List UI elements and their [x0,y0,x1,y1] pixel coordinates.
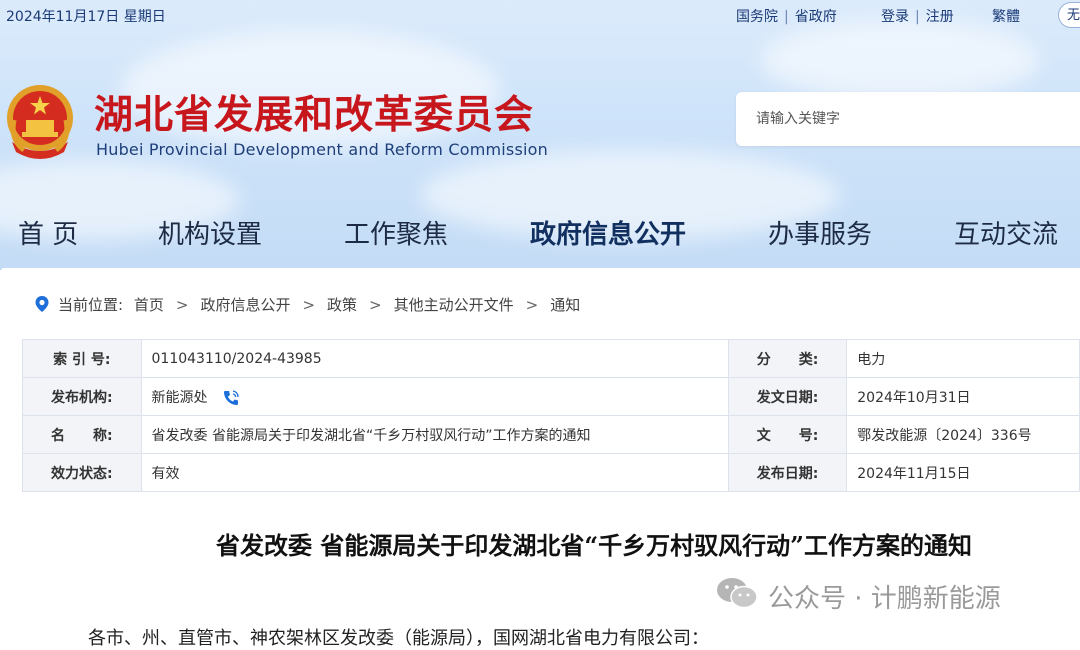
table-row: 名 称: 省发改委 省能源局关于印发湖北省“千乡万村驭风行动”工作方案的通知 文… [22,415,1080,454]
document-meta-table: 索 引 号: 011043110/2024-43985 分 类: 电力 发布机构… [22,339,1080,492]
breadcrumb-item-home[interactable]: 首页 [134,296,164,314]
meta-value: 有效 [140,453,729,492]
current-date: 2024年11月17日 星期日 [6,9,166,25]
meta-value: 2024年10月31日 [846,377,1080,416]
accessibility-button[interactable]: 无 [1058,2,1080,28]
document-title: 省发改委 省能源局关于印发湖北省“千乡万村驭风行动”工作方案的通知 [216,531,972,560]
table-row: 效力状态: 有效 发布日期: 2024年11月15日 [22,453,1080,492]
meta-label: 效力状态: [22,453,142,492]
watermark-text: 公众号 · 计鹏新能源 [768,584,1001,614]
search-input[interactable] [736,92,1080,146]
traditional-chinese-link[interactable]: 繁體 [992,6,1020,26]
meta-label: 发文日期: [727,377,848,416]
nav-services[interactable]: 办事服务 [768,214,872,251]
auth-links: 登录 | 注册 [881,9,954,25]
link-provincial-gov[interactable]: 省政府 [795,9,837,25]
meta-label: 分 类: [727,339,848,378]
national-emblem-icon [7,85,73,159]
nav-interaction[interactable]: 互动交流 [954,214,1058,251]
breadcrumb-item-other-files[interactable]: 其他主动公开文件 [394,296,514,314]
org-name-cn: 湖北省发展和改革委员会 [94,92,535,138]
nav-work-focus[interactable]: 工作聚焦 [344,214,448,251]
nav-home[interactable]: 首 页 [18,214,78,251]
breadcrumb-label: 当前位置: [58,296,124,314]
meta-value-publisher: 新能源处 [140,377,729,416]
org-name-en: Hubei Provincial Development and Reform … [96,140,548,159]
meta-value: 电力 [846,339,1080,378]
meta-label: 文 号: [727,415,848,454]
main-nav: 首 页 机构设置 工作聚焦 政府信息公开 办事服务 互动交流 [0,214,1080,258]
publisher-name: 新能源处 [151,389,208,406]
nav-gov-info[interactable]: 政府信息公开 [530,214,686,251]
gov-links: 国务院 | 省政府 [736,9,837,25]
breadcrumb-item-gov-info[interactable]: 政府信息公开 [200,296,290,314]
table-row: 索 引 号: 011043110/2024-43985 分 类: 电力 [22,339,1080,378]
meta-label: 名 称: [22,415,142,454]
breadcrumb-item-policy[interactable]: 政策 [327,296,357,314]
breadcrumb-item-notice[interactable]: 通知 [550,296,580,314]
meta-label: 发布机构: [22,377,142,416]
breadcrumb: 当前位置: 首页 > 政府信息公开 > 政策 > 其他主动公开文件 > 通知 [58,296,581,314]
meta-value: 011043110/2024-43985 [140,339,729,378]
meta-value: 2024年11月15日 [846,453,1080,492]
meta-label: 索 引 号: [22,339,142,378]
table-row: 发布机构: 新能源处 发文日期: 2024年10月31日 [22,377,1080,416]
meta-value: 省发改委 省能源局关于印发湖北省“千乡万村驭风行动”工作方案的通知 [140,415,729,454]
register-link[interactable]: 注册 [926,9,954,25]
document-salutation: 各市、州、直管市、神农架林区发改委（能源局），国网湖北省电力有限公司： [88,628,709,649]
meta-value: 鄂发改能源〔2024〕336号 [846,415,1080,454]
phone-icon[interactable] [222,389,240,407]
top-bar: 2024年11月17日 星期日 国务院 | 省政府 登录 | 注册 繁體 无 [0,0,1080,32]
nav-organization[interactable]: 机构设置 [158,214,262,251]
link-state-council[interactable]: 国务院 [736,9,778,25]
meta-label: 发布日期: [727,453,848,492]
login-link[interactable]: 登录 [881,9,909,25]
